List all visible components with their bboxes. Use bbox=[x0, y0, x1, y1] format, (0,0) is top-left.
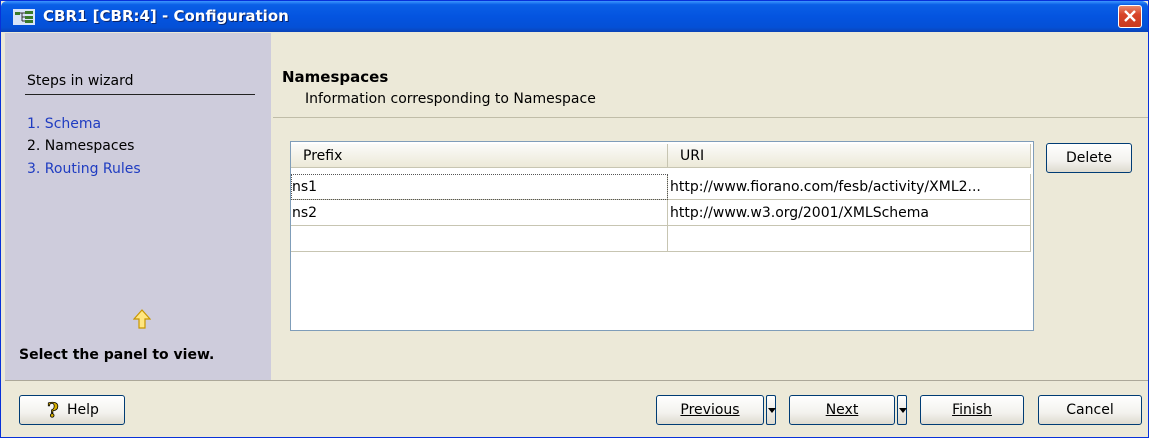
help-label: Help bbox=[67, 402, 99, 418]
column-header-uri[interactable]: URI bbox=[668, 144, 1031, 168]
table-header: Prefix URI bbox=[291, 144, 1033, 168]
finish-label: Finish bbox=[952, 402, 992, 418]
close-button[interactable] bbox=[1118, 5, 1142, 28]
sidebar-panel bbox=[5, 33, 271, 63]
cell-uri[interactable]: http://www.fiorano.com/fesb/activity/XML… bbox=[668, 174, 1031, 200]
help-button[interactable]: ? Help bbox=[19, 395, 125, 425]
cell-prefix[interactable]: ns1 bbox=[291, 174, 668, 200]
footer-divider bbox=[5, 380, 1148, 381]
page-title: Namespaces bbox=[282, 68, 389, 86]
cell-prefix[interactable]: ns2 bbox=[291, 200, 668, 226]
finish-button[interactable]: Finish bbox=[920, 395, 1024, 425]
previous-label: Previous bbox=[680, 402, 740, 418]
previous-button[interactable]: Previous bbox=[656, 395, 764, 425]
step-namespaces[interactable]: 2. Namespaces bbox=[27, 138, 134, 154]
column-header-prefix[interactable]: Prefix bbox=[291, 144, 668, 168]
delete-button[interactable]: Delete bbox=[1046, 143, 1132, 173]
configuration-dialog: CBR1 [CBR:4] - Configuration Steps in wi… bbox=[0, 0, 1149, 438]
hint-text: Select the panel to view. bbox=[19, 347, 215, 363]
next-dropdown[interactable] bbox=[897, 395, 907, 425]
close-icon bbox=[1124, 10, 1136, 22]
title-bar[interactable]: CBR1 [CBR:4] - Configuration bbox=[1, 1, 1148, 32]
window-title: CBR1 [CBR:4] - Configuration bbox=[43, 7, 289, 25]
step-routing-rules[interactable]: 3. Routing Rules bbox=[27, 161, 141, 177]
steps-heading: Steps in wizard bbox=[27, 73, 134, 89]
cancel-button[interactable]: Cancel bbox=[1038, 395, 1142, 425]
steps-divider bbox=[25, 94, 255, 95]
previous-dropdown[interactable] bbox=[766, 395, 776, 425]
next-button[interactable]: Next bbox=[789, 395, 895, 425]
help-icon: ? bbox=[47, 398, 60, 423]
cell-uri[interactable] bbox=[668, 226, 1031, 252]
svg-text:?: ? bbox=[47, 400, 59, 420]
arrow-up-icon bbox=[133, 309, 151, 329]
sidebar-panel-body bbox=[5, 63, 271, 380]
cell-uri[interactable]: http://www.w3.org/2001/XMLSchema bbox=[668, 200, 1031, 226]
step-schema[interactable]: 1. Schema bbox=[27, 116, 101, 132]
app-icon bbox=[13, 9, 35, 25]
header-divider bbox=[273, 117, 1148, 118]
next-label: Next bbox=[825, 402, 859, 418]
cell-prefix[interactable] bbox=[291, 226, 668, 252]
page-subtitle: Information corresponding to Namespace bbox=[305, 91, 596, 107]
namespace-table[interactable]: Prefix URI ns1 http://www.fiorano.com/fe… bbox=[290, 141, 1034, 331]
